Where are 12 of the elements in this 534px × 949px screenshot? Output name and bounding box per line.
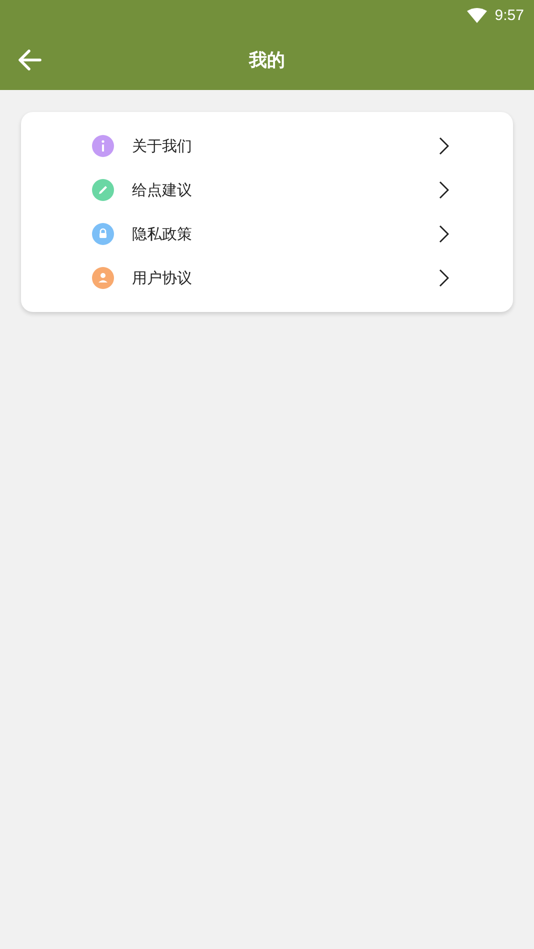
status-time: 9:57 xyxy=(494,6,524,24)
menu-item[interactable]: 给点建议 xyxy=(21,168,513,212)
menu-item[interactable]: 关于我们 xyxy=(21,124,513,168)
chevron-icon xyxy=(439,181,449,199)
menu-item[interactable]: 用户协议 xyxy=(21,256,513,300)
back-arrow-icon xyxy=(18,49,42,71)
page-title: 我的 xyxy=(249,49,285,72)
menu-item[interactable]: 隐私政策 xyxy=(21,212,513,256)
chevron-icon xyxy=(439,225,449,243)
chevron-icon xyxy=(439,137,449,155)
chevron-icon xyxy=(439,269,449,287)
wifi-icon xyxy=(466,8,487,22)
